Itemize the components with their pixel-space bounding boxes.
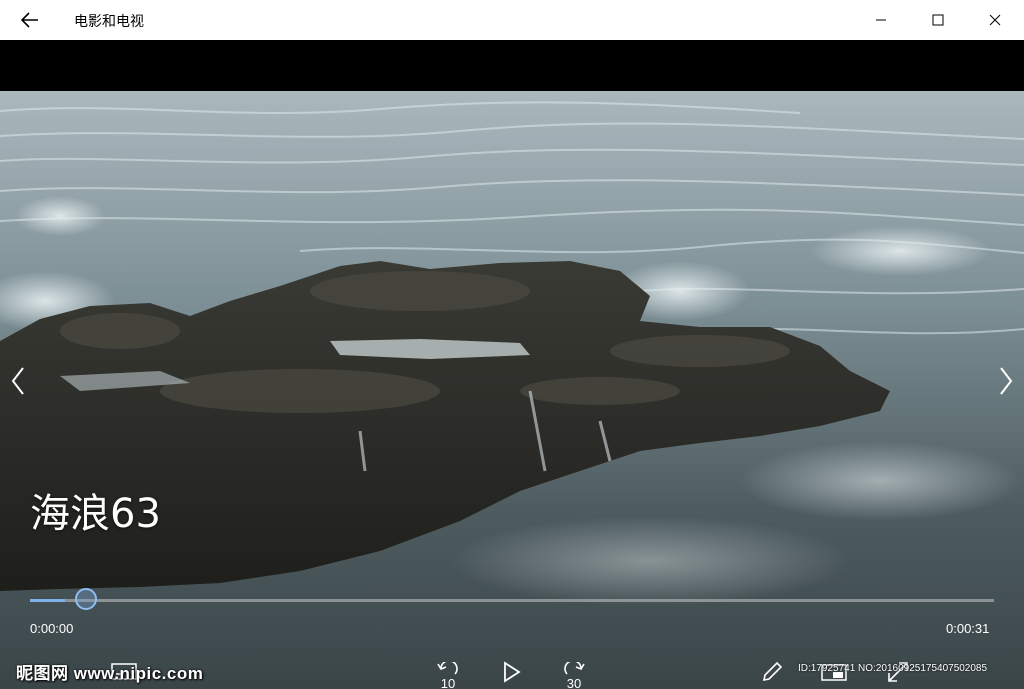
- app-title: 电影和电视: [74, 14, 144, 30]
- play-button[interactable]: [496, 657, 528, 687]
- minimize-button[interactable]: [858, 0, 904, 40]
- pencil-icon: [762, 661, 783, 682]
- close-button[interactable]: [972, 0, 1018, 40]
- seek-bar-fill: [30, 599, 65, 602]
- rewind-10-button[interactable]: 10: [432, 657, 464, 689]
- maximize-icon: [932, 14, 944, 26]
- minimize-icon: [876, 19, 886, 21]
- chevron-right-icon: [1000, 367, 1013, 395]
- close-icon: [989, 14, 1001, 26]
- watermark-logo: 昵图网 www.nipic.com: [16, 664, 204, 683]
- rewind-label: 10: [440, 676, 456, 689]
- seek-bar-thumb[interactable]: [75, 588, 97, 610]
- maximize-button[interactable]: [915, 0, 961, 40]
- video-title: 海浪63: [30, 491, 161, 537]
- play-icon: [504, 661, 521, 683]
- back-arrow-icon: [21, 12, 38, 28]
- letterbox-bar: [0, 40, 1024, 91]
- back-button[interactable]: [12, 6, 48, 34]
- total-duration: 0:00:31: [946, 621, 990, 636]
- title-bar: 电影和电视: [0, 0, 1024, 40]
- previous-button[interactable]: [6, 361, 30, 401]
- edit-button[interactable]: [756, 657, 788, 687]
- forward-30-button[interactable]: 30: [558, 657, 590, 689]
- next-button[interactable]: [994, 361, 1018, 401]
- watermark-id: ID:17925741 NO:20160925175407502085: [798, 663, 988, 674]
- video-player[interactable]: 海浪63 0:00:00 0:00:31 10 30 昵图网 www.nipic…: [0, 91, 1024, 689]
- forward-label: 30: [566, 676, 582, 689]
- chevron-left-icon: [11, 367, 24, 395]
- seek-bar[interactable]: [30, 588, 994, 610]
- elapsed-time: 0:00:00: [30, 621, 74, 636]
